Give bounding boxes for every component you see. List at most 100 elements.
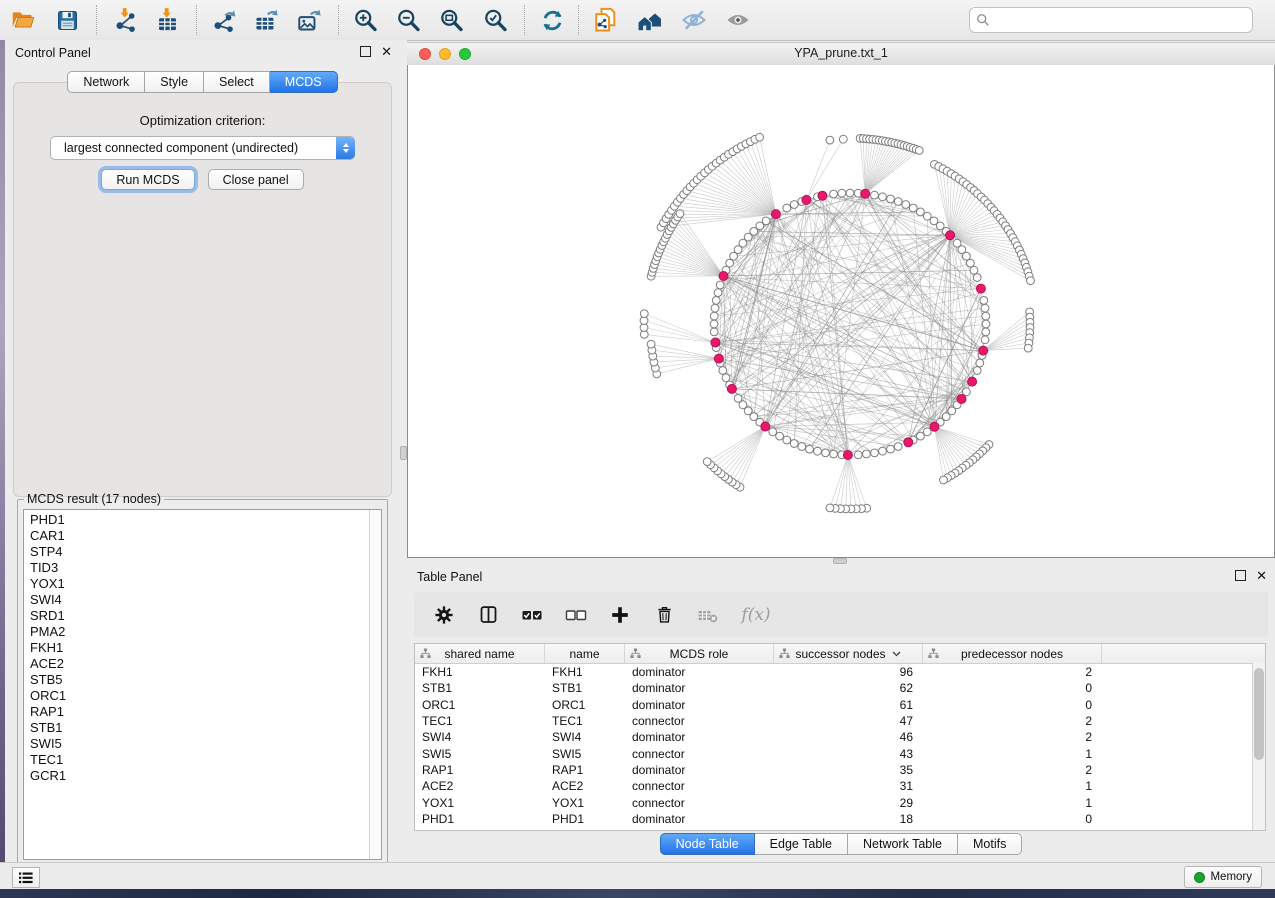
column-header-predecessor-nodes[interactable]: predecessor nodes [923, 644, 1102, 663]
table-row[interactable]: ORC1ORC1dominator610 [415, 697, 1265, 713]
refresh-view-button[interactable] [535, 4, 569, 36]
network-canvas[interactable] [407, 65, 1275, 558]
table-panel: Table Panel ✕ [407, 564, 1275, 862]
export-table-button[interactable] [248, 4, 282, 36]
delete-column-button[interactable] [650, 600, 678, 630]
dropdown-stepper-icon [336, 137, 355, 159]
show-columns-button[interactable] [474, 600, 502, 630]
cell-shared_name: STB1 [415, 681, 545, 695]
cell-predecessor_nodes: 0 [923, 698, 1102, 712]
tab-node-table[interactable]: Node Table [660, 833, 755, 855]
table-panel-tabs: Node TableEdge TableNetwork TableMotifs [407, 833, 1275, 855]
search-field[interactable] [969, 7, 1253, 33]
table-options-button[interactable] [430, 600, 458, 630]
cell-shared_name: PHD1 [415, 812, 545, 826]
cell-shared_name: FKH1 [415, 665, 545, 679]
table-scrollbar[interactable] [1252, 663, 1265, 830]
float-panel-icon[interactable] [360, 46, 371, 57]
table-row[interactable]: YOX1YOX1connector291 [415, 794, 1265, 810]
mcds-result-item: GCR1 [30, 768, 369, 784]
tab-edge-table[interactable]: Edge Table [755, 833, 848, 855]
network-window-title: YPA_prune.txt_1 [407, 46, 1275, 60]
column-header-name[interactable]: name [545, 644, 625, 663]
close-panel-icon[interactable]: ✕ [1256, 571, 1267, 581]
close-panel-button[interactable]: Close panel [208, 169, 304, 190]
network-window-titlebar[interactable]: YPA_prune.txt_1 [407, 42, 1275, 66]
export-image-button[interactable] [291, 4, 325, 36]
network-view-window: YPA_prune.txt_1 [407, 42, 1275, 558]
mcds-result-item: TEC1 [30, 752, 369, 768]
tab-mcds[interactable]: MCDS [270, 71, 338, 93]
table-row[interactable]: SWI5SWI5connector431 [415, 745, 1265, 761]
control-panel-header: Control Panel ✕ [5, 40, 400, 66]
zoom-selected-button[interactable] [478, 4, 512, 36]
control-panel-title: Control Panel [15, 46, 91, 60]
network-graph[interactable] [408, 65, 1274, 557]
export-table-icon [252, 7, 279, 34]
mcds-result-item: PMA2 [30, 624, 369, 640]
splitter-grip[interactable] [400, 446, 407, 460]
column-header-MCDS-role[interactable]: MCDS role [625, 644, 774, 663]
node-table-header-row: shared namenameMCDS rolesuccessor nodesp… [415, 644, 1265, 664]
table-row[interactable]: ACE2ACE2connector311 [415, 778, 1265, 794]
vertical-splitter[interactable] [400, 40, 407, 862]
mcds-result-listbox[interactable]: PHD1CAR1STP4TID3YOX1SWI4SRD1PMA2FKH1ACE2… [23, 509, 382, 860]
column-header-shared-name[interactable]: shared name [415, 644, 545, 663]
memory-button[interactable]: Memory [1184, 866, 1262, 888]
tab-network-table[interactable]: Network Table [848, 833, 958, 855]
column-header-successor-nodes[interactable]: successor nodes [774, 644, 923, 663]
open-file-button[interactable] [6, 4, 40, 36]
cell-name: FKH1 [545, 665, 625, 679]
cell-predecessor_nodes: 2 [923, 665, 1102, 679]
node-table-body: FKH1FKH1dominator962STB1STB1dominator620… [415, 664, 1265, 827]
first-neighbors-button[interactable] [632, 4, 666, 36]
zoom-in-button[interactable] [348, 4, 382, 36]
table-row[interactable]: RAP1RAP1dominator352 [415, 762, 1265, 778]
cell-successor_nodes: 29 [774, 796, 923, 810]
cell-predecessor_nodes: 2 [923, 730, 1102, 744]
close-panel-icon[interactable]: ✕ [381, 47, 392, 57]
table-row[interactable]: STB1STB1dominator620 [415, 680, 1265, 696]
cell-shared_name: ORC1 [415, 698, 545, 712]
duplicate-network-button[interactable] [588, 4, 622, 36]
import-table-button[interactable] [150, 4, 184, 36]
import-table-icon [154, 7, 181, 34]
cell-successor_nodes: 46 [774, 730, 923, 744]
cell-successor_nodes: 43 [774, 747, 923, 761]
float-panel-icon[interactable] [1235, 570, 1246, 581]
tab-style[interactable]: Style [145, 71, 204, 93]
import-network-button[interactable] [108, 4, 142, 36]
zoom-fit-button[interactable] [434, 4, 468, 36]
export-network-button[interactable] [206, 4, 240, 36]
tab-network[interactable]: Network [67, 71, 145, 93]
select-all-button[interactable] [518, 600, 546, 630]
delete-table-button[interactable] [694, 600, 722, 630]
cell-mcds_role: dominator [625, 665, 774, 679]
table-row[interactable]: SWI4SWI4dominator462 [415, 729, 1265, 745]
deselect-all-button[interactable] [562, 600, 590, 630]
table-row[interactable]: TEC1TEC1connector472 [415, 713, 1265, 729]
hide-selected-button[interactable] [677, 4, 711, 36]
zoom-out-button[interactable] [391, 4, 425, 36]
search-input[interactable] [994, 12, 1246, 28]
mcds-list-scrollbar[interactable] [369, 510, 381, 859]
add-column-button[interactable] [606, 600, 634, 630]
show-all-button[interactable] [721, 4, 755, 36]
table-row[interactable]: FKH1FKH1dominator962 [415, 664, 1265, 680]
cell-successor_nodes: 31 [774, 779, 923, 793]
cell-mcds_role: dominator [625, 681, 774, 695]
tab-motifs[interactable]: Motifs [958, 833, 1022, 855]
show-panels-list-button[interactable] [12, 867, 40, 888]
search-icon [976, 13, 990, 27]
table-scrollbar-thumb[interactable] [1254, 668, 1264, 760]
cell-mcds_role: dominator [625, 763, 774, 777]
save-session-button[interactable] [50, 4, 84, 36]
mcds-result-group: MCDS result (17 nodes) PHD1CAR1STP4TID3Y… [17, 492, 388, 866]
table-row[interactable]: PHD1PHD1dominator180 [415, 811, 1265, 827]
run-mcds-button[interactable]: Run MCDS [101, 169, 194, 190]
refresh-icon [539, 7, 566, 34]
optimization-criterion-dropdown[interactable]: largest connected component (undirected) [50, 136, 355, 160]
tab-select[interactable]: Select [204, 71, 270, 93]
apply-function-button[interactable]: f(x) [738, 600, 778, 630]
cell-mcds_role: dominator [625, 812, 774, 826]
